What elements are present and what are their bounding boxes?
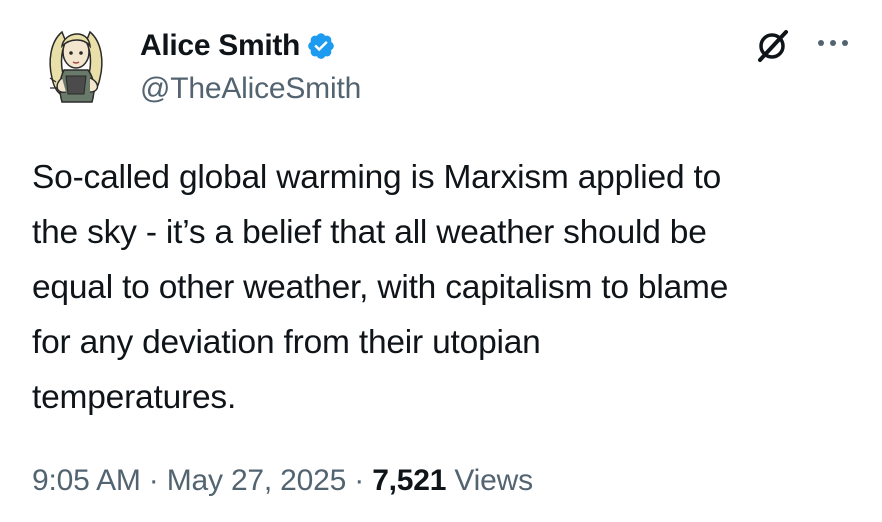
meta-separator-2: · [346,464,373,497]
display-name[interactable]: Alice Smith [140,29,300,63]
ellipsis-icon[interactable] [810,28,856,58]
author-block: Alice Smith @TheAliceSmith [140,26,361,106]
name-row: Alice Smith [140,26,361,66]
tweet-time[interactable]: 9:05 AM [32,464,141,498]
handle[interactable]: @TheAliceSmith [140,72,361,106]
views-label: Views [446,464,533,497]
tweet-date[interactable]: May 27, 2025 [167,464,347,498]
tweet-text: So-called global warming is Marxism appl… [32,159,729,416]
meta-separator: · [140,464,167,497]
avatar[interactable] [40,22,116,106]
tweet-meta: 9:05 AM · May 27, 2025 · 7,521 Views [32,464,533,498]
verified-badge-icon[interactable] [306,31,336,61]
views-count[interactable]: 7,521 [372,464,446,498]
grok-slash-icon[interactable] [752,24,794,66]
tweet-card: Alice Smith @TheAliceSmith So-called glo… [0,0,882,522]
